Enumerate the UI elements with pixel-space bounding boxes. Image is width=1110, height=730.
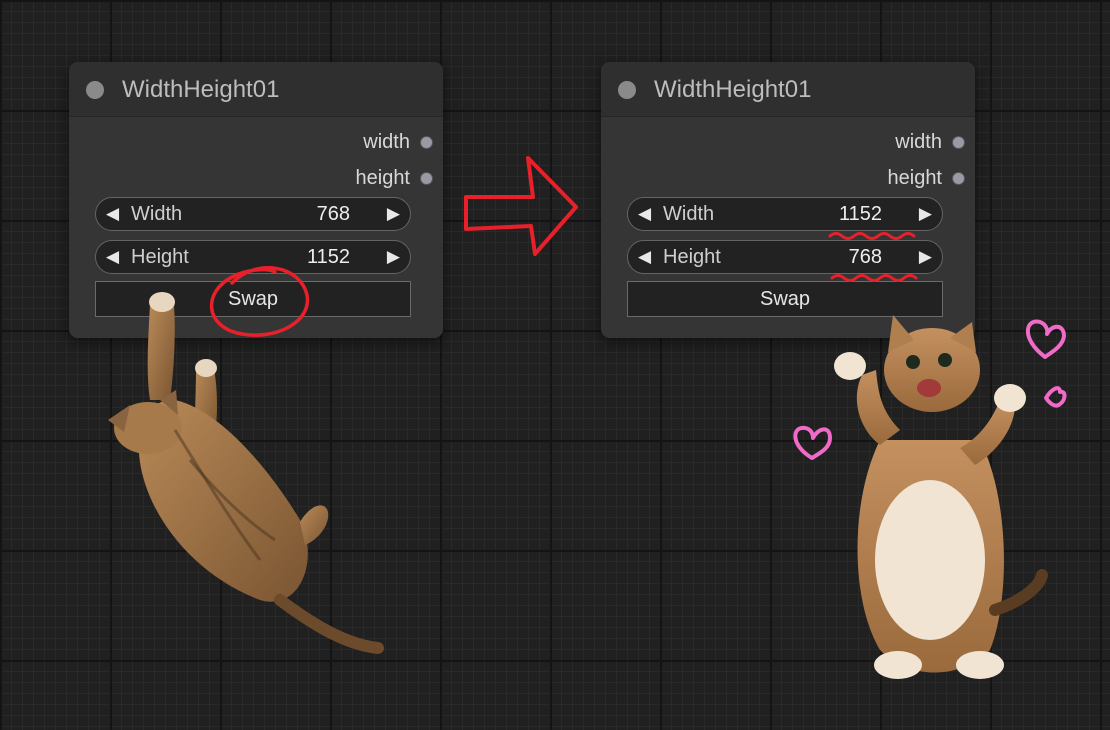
decrement-arrow-icon[interactable]: ◀ — [106, 247, 119, 267]
heart-icon — [793, 425, 832, 460]
node-header[interactable]: WidthHeight01 — [601, 62, 975, 117]
heart-icon — [1044, 386, 1067, 408]
increment-arrow-icon[interactable]: ▶ — [387, 247, 400, 267]
heart-icon — [1026, 319, 1066, 359]
node-title: WidthHeight01 — [654, 76, 812, 103]
decrement-arrow-icon[interactable]: ◀ — [638, 247, 651, 267]
output-label: height — [355, 166, 411, 189]
output-width[interactable]: width — [895, 130, 965, 154]
decrement-arrow-icon[interactable]: ◀ — [638, 204, 651, 224]
widget-label: Width — [663, 203, 715, 225]
node-widthheight-right[interactable]: WidthHeight01 width height ◀ Width 1152 … — [601, 62, 975, 338]
output-height[interactable]: height — [355, 166, 433, 190]
widget-label: Height — [131, 246, 189, 268]
output-label: width — [895, 130, 942, 153]
swap-button[interactable]: Swap — [627, 281, 943, 317]
node-widthheight-left[interactable]: WidthHeight01 width height ◀ Width 768 ▶… — [69, 62, 443, 338]
output-label: width — [363, 130, 410, 153]
decrement-arrow-icon[interactable]: ◀ — [106, 204, 119, 224]
width-number-widget[interactable]: ◀ Width 768 ▶ — [95, 197, 411, 231]
output-slot-icon[interactable] — [420, 135, 433, 149]
widget-value[interactable]: 1152 — [307, 246, 350, 269]
output-slot-icon[interactable] — [420, 171, 433, 185]
hanging-cat-image — [108, 292, 384, 654]
increment-arrow-icon[interactable]: ▶ — [919, 247, 932, 267]
happy-cat-image — [834, 315, 1048, 679]
node-title: WidthHeight01 — [122, 76, 280, 103]
swap-button[interactable]: Swap — [95, 281, 411, 317]
output-width[interactable]: width — [363, 130, 433, 154]
node-status-dot — [618, 81, 636, 99]
output-label: height — [887, 166, 943, 189]
increment-arrow-icon[interactable]: ▶ — [387, 204, 400, 224]
height-number-widget[interactable]: ◀ Height 1152 ▶ — [95, 240, 411, 274]
output-slot-icon[interactable] — [952, 171, 965, 185]
output-slot-icon[interactable] — [952, 135, 965, 149]
node-status-dot — [86, 81, 104, 99]
widget-value[interactable]: 768 — [849, 246, 882, 269]
widget-label: Height — [663, 246, 721, 268]
increment-arrow-icon[interactable]: ▶ — [919, 204, 932, 224]
width-number-widget[interactable]: ◀ Width 1152 ▶ — [627, 197, 943, 231]
widget-value[interactable]: 1152 — [839, 203, 882, 226]
node-header[interactable]: WidthHeight01 — [69, 62, 443, 117]
output-height[interactable]: height — [887, 166, 965, 190]
height-number-widget[interactable]: ◀ Height 768 ▶ — [627, 240, 943, 274]
widget-label: Width — [131, 203, 183, 225]
widget-value[interactable]: 768 — [317, 203, 350, 226]
red-arrow-icon — [464, 156, 578, 256]
